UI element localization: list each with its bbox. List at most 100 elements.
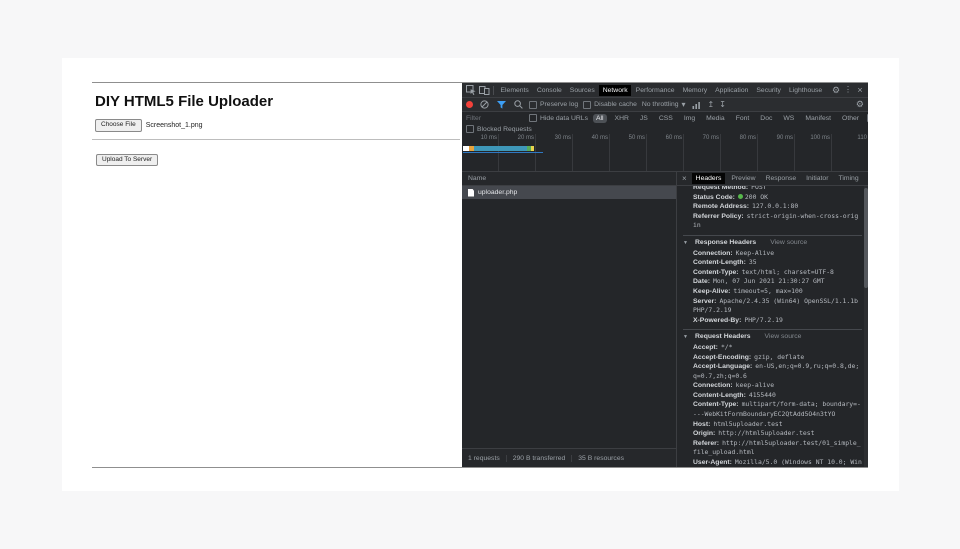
view-source-link[interactable]: View source: [770, 238, 807, 248]
filter-input[interactable]: Filter: [466, 115, 524, 122]
toolbar-separator: [493, 86, 494, 95]
details-tabbar: × Headers Preview Response Initiator Tim…: [677, 172, 868, 186]
header-row: Remote Address:127.0.0.1:80: [683, 202, 862, 212]
kebab-menu-icon[interactable]: ⋮: [842, 84, 854, 96]
waterfall-overview-bar[interactable]: [463, 146, 534, 151]
request-row-uploader-php[interactable]: uploader.php: [462, 186, 676, 199]
close-devtools-icon[interactable]: ×: [854, 84, 866, 96]
tab-sources[interactable]: Sources: [566, 85, 598, 96]
divider: [92, 139, 460, 140]
preserve-log-label: Preserve log: [540, 101, 578, 108]
timeline-tick: 80 ms: [721, 134, 758, 143]
selected-file-name: Screenshot_1.png: [146, 122, 203, 129]
preserve-log-control[interactable]: Preserve log: [529, 101, 578, 109]
filter-type-doc[interactable]: Doc: [757, 114, 775, 123]
scrollbar-thumb[interactable]: [864, 188, 868, 288]
header-row: Connection:Keep-Alive: [683, 249, 862, 259]
response-headers-title: Response Headers: [695, 238, 756, 248]
network-conditions-icon[interactable]: [691, 99, 703, 111]
filter-type-other[interactable]: Other: [839, 114, 862, 123]
details-tab-headers[interactable]: Headers: [692, 173, 726, 184]
chevron-down-icon: ▾: [682, 101, 686, 109]
filter-type-all[interactable]: All: [593, 114, 607, 123]
timeline-tick: 110: [832, 134, 868, 143]
request-name: uploader.php: [478, 189, 517, 196]
header-row-status-code: Status Code:200 OK: [683, 193, 862, 203]
filter-funnel-icon[interactable]: [495, 99, 507, 111]
details-tab-response[interactable]: Response: [762, 173, 801, 184]
header-row: Server:Apache/2.4.35 (Win64) OpenSSL/1.1…: [683, 297, 862, 316]
browser-viewport-card: DIY HTML5 File Uploader Choose File Scre…: [62, 58, 899, 491]
timeline-ruler: 10 ms20 ms30 ms40 ms50 ms60 ms70 ms80 ms…: [462, 134, 868, 143]
filter-type-css[interactable]: CSS: [656, 114, 676, 123]
clear-icon[interactable]: [478, 99, 490, 111]
filter-type-img[interactable]: Img: [681, 114, 698, 123]
response-headers-section: ▼ Response Headers View source Conn: [683, 235, 862, 325]
header-row: Keep-Alive:timeout=5, max=100: [683, 287, 862, 297]
blocked-requests-checkbox[interactable]: [466, 125, 474, 133]
inspect-element-icon[interactable]: [465, 84, 477, 96]
devtools-panel: Elements Console Sources Network Perform…: [462, 83, 868, 467]
filter-type-media[interactable]: Media: [703, 114, 728, 123]
details-tab-timing[interactable]: Timing: [834, 173, 862, 184]
timeline-tick: 60 ms: [647, 134, 684, 143]
preserve-log-checkbox[interactable]: [529, 101, 537, 109]
web-page: DIY HTML5 File Uploader Choose File Scre…: [92, 83, 462, 467]
disable-cache-checkbox[interactable]: [583, 101, 591, 109]
timeline-tick: 40 ms: [573, 134, 610, 143]
hide-data-urls-control[interactable]: Hide data URLs: [529, 114, 588, 122]
status-ok-dot: [738, 194, 743, 199]
view-source-link[interactable]: View source: [765, 332, 802, 342]
filter-type-xhr[interactable]: XHR: [612, 114, 632, 123]
tab-network[interactable]: Network: [599, 85, 631, 96]
network-settings-gear-icon[interactable]: ⚙: [856, 100, 864, 109]
settings-gear-icon[interactable]: ⚙: [830, 84, 842, 96]
header-row: Origin:http://html5uploader.test: [683, 429, 862, 439]
record-icon[interactable]: [466, 101, 473, 108]
header-row: Connection:keep-alive: [683, 381, 862, 391]
details-scrollbar[interactable]: [864, 186, 868, 467]
tab-application[interactable]: Application: [712, 85, 752, 96]
details-tab-preview[interactable]: Preview: [727, 173, 759, 184]
name-column-header[interactable]: Name: [462, 172, 676, 186]
filter-row: Filter Hide data URLs All XHR JS CSS Img…: [462, 112, 868, 124]
upload-button[interactable]: Upload To Server: [96, 154, 158, 167]
tab-memory[interactable]: Memory: [679, 85, 711, 96]
header-row: Request Method:POST: [683, 186, 862, 193]
timeline-tick: 90 ms: [758, 134, 795, 143]
header-row: Referer:http://html5uploader.test/01_sim…: [683, 439, 862, 458]
device-toolbar-icon[interactable]: [478, 84, 490, 96]
search-icon[interactable]: [512, 99, 524, 111]
tab-security[interactable]: Security: [753, 85, 785, 96]
screenshot-canvas: DIY HTML5 File Uploader Choose File Scre…: [0, 0, 960, 549]
has-blocked-cookies-checkbox[interactable]: [867, 114, 868, 122]
devtools-tabbar: Elements Console Sources Network Perform…: [462, 83, 868, 98]
header-row: Accept-Encoding:gzip, deflate: [683, 353, 862, 363]
details-tab-initiator[interactable]: Initiator: [802, 173, 832, 184]
filter-type-font[interactable]: Font: [733, 114, 753, 123]
close-details-icon[interactable]: ×: [679, 174, 690, 183]
collapse-caret-icon[interactable]: ▼: [683, 239, 689, 249]
timeline-overview[interactable]: 10 ms20 ms30 ms40 ms50 ms60 ms70 ms80 ms…: [462, 134, 868, 172]
header-row: Accept-Language:en-US,en;q=0.9,ru;q=0.8,…: [683, 362, 862, 381]
disable-cache-control[interactable]: Disable cache: [583, 101, 637, 109]
collapse-caret-icon[interactable]: ▼: [683, 333, 689, 343]
import-har-icon[interactable]: ↥: [708, 101, 715, 109]
tab-lighthouse[interactable]: Lighthouse: [785, 85, 825, 96]
disable-cache-label: Disable cache: [594, 101, 637, 108]
filter-type-ws[interactable]: WS: [780, 114, 797, 123]
export-har-icon[interactable]: ↧: [719, 101, 726, 109]
throttling-dropdown[interactable]: No throttling ▾: [642, 101, 686, 109]
tab-performance[interactable]: Performance: [632, 85, 678, 96]
hide-data-urls-checkbox[interactable]: [529, 114, 537, 122]
tab-elements[interactable]: Elements: [497, 85, 532, 96]
request-list: Name uploader.php 1 requests 290 B trans…: [462, 172, 676, 467]
request-details-panel: × Headers Preview Response Initiator Tim…: [676, 172, 868, 467]
tab-console[interactable]: Console: [533, 85, 565, 96]
filter-type-manifest[interactable]: Manifest: [802, 114, 834, 123]
has-blocked-cookies-control[interactable]: Has blocked cookies: [867, 114, 868, 122]
header-row: X-Powered-By:PHP/7.2.19: [683, 316, 862, 326]
choose-file-button[interactable]: Choose File: [95, 119, 142, 132]
throttling-value: No throttling: [642, 101, 679, 108]
filter-type-js[interactable]: JS: [637, 114, 651, 123]
